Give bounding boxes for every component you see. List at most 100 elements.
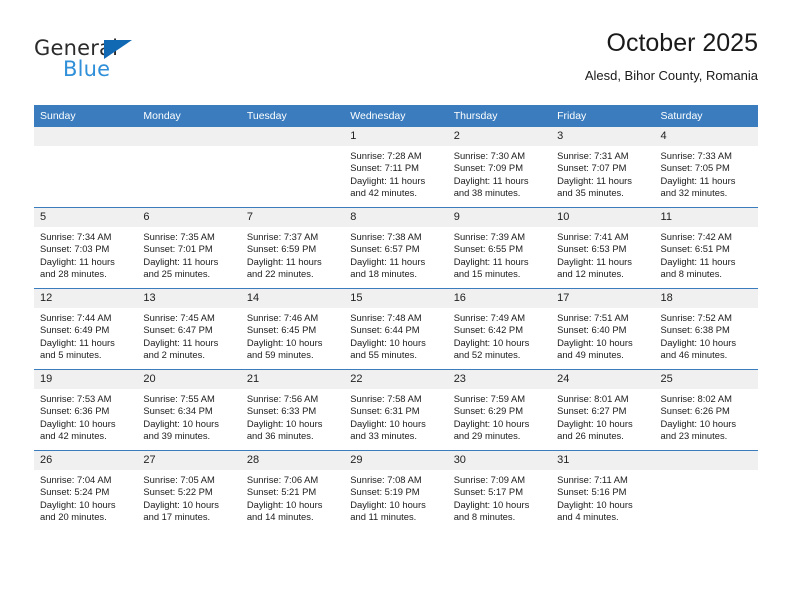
calendar-day-cell[interactable]: 29 Sunrise: 7:08 AM Sunset: 5:19 PM Dayligh… <box>344 450 448 531</box>
daylight-text: Daylight: 10 hours and 33 minutes. <box>350 417 426 442</box>
sunrise-text: Sunrise: 7:53 AM <box>40 393 112 404</box>
day-number: 6 <box>137 208 241 227</box>
day-number: 22 <box>344 370 448 389</box>
logo-text-blue: Blue <box>63 57 111 81</box>
daylight-text: Daylight: 10 hours and 14 minutes. <box>246 498 323 523</box>
day-number: 10 <box>551 208 655 227</box>
weekday-header-sunday: Sunday <box>34 105 138 127</box>
sunset-text: Sunset: 5:17 PM <box>453 486 523 498</box>
sunrise-text: Sunrise: 7:38 AM <box>350 231 422 242</box>
sunrise-text: Sunrise: 7:33 AM <box>660 150 732 161</box>
sunrise-text: Sunrise: 7:05 AM <box>143 474 215 485</box>
calendar-day-cell[interactable]: 4 Sunrise: 7:33 AM Sunset: 7:05 PM Daylight… <box>654 127 758 208</box>
weekday-header-monday: Monday <box>137 105 241 127</box>
calendar-week-row: 26 Sunrise: 7:04 AM Sunset: 5:24 PM Dayligh… <box>34 450 758 531</box>
daylight-text: Daylight: 11 hours and 35 minutes. <box>557 174 632 199</box>
calendar-day-cell[interactable]: 10 Sunrise: 7:41 AM Sunset: 6:53 PM Dayligh… <box>551 207 655 289</box>
daylight-text: Daylight: 10 hours and 52 minutes. <box>453 336 530 361</box>
calendar-day-cell[interactable]: 13 Sunrise: 7:45 AM Sunset: 6:47 PM Dayligh… <box>137 288 241 370</box>
daylight-text: Daylight: 10 hours and 17 minutes. <box>143 498 219 523</box>
sunrise-text: Sunrise: 7:37 AM <box>246 231 319 242</box>
calendar-day-cell[interactable]: 21 Sunrise: 7:56 AM Sunset: 6:33 PM Dayligh… <box>240 369 345 451</box>
calendar-day-cell[interactable]: 22 Sunrise: 7:58 AM Sunset: 6:31 PM Dayligh… <box>344 369 448 451</box>
daylight-text: Daylight: 10 hours and 23 minutes. <box>660 417 737 442</box>
sunset-text: Sunset: 6:55 PM <box>453 243 523 255</box>
calendar-day-cell[interactable]: 24 Sunrise: 8:01 AM Sunset: 6:27 PM Dayligh… <box>551 369 655 451</box>
sunset-text: Sunset: 6:45 PM <box>246 324 317 336</box>
sunrise-text: Sunrise: 7:49 AM <box>453 312 526 323</box>
calendar-week-row: 12 Sunrise: 7:44 AM Sunset: 6:49 PM Dayligh… <box>34 288 758 370</box>
day-sun-info: Sunrise: 8:02 AM Sunset: 6:26 PM Daylight:… <box>655 389 758 443</box>
daylight-text: Daylight: 10 hours and 11 minutes. <box>350 498 426 523</box>
daylight-text: Daylight: 10 hours and 46 minutes. <box>660 336 737 361</box>
general-blue-logo[interactable]: General Blue <box>34 36 234 92</box>
calendar-header-row: Sunday Monday Tuesday Wednesday Thursday… <box>34 105 758 127</box>
day-number: 1 <box>344 127 448 146</box>
calendar-day-cell[interactable]: 7 Sunrise: 7:37 AM Sunset: 6:59 PM Daylight… <box>240 207 345 289</box>
sunrise-text: Sunrise: 7:58 AM <box>350 393 422 404</box>
calendar-day-cell[interactable]: 15 Sunrise: 7:48 AM Sunset: 6:44 PM Dayligh… <box>344 288 448 370</box>
day-number: 21 <box>240 370 345 389</box>
calendar-day-cell[interactable]: 6 Sunrise: 7:35 AM Sunset: 7:01 PM Daylight… <box>137 207 241 289</box>
day-sun-info: Sunrise: 7:51 AM Sunset: 6:40 PM Daylight:… <box>551 308 654 362</box>
weekday-header-thursday: Thursday <box>447 105 552 127</box>
calendar-day-cell[interactable]: 2 Sunrise: 7:30 AM Sunset: 7:09 PM Daylight… <box>447 127 552 208</box>
day-number: 3 <box>551 127 655 146</box>
day-sun-info: Sunrise: 8:01 AM Sunset: 6:27 PM Daylight:… <box>551 389 654 443</box>
calendar-day-cell[interactable]: 14 Sunrise: 7:46 AM Sunset: 6:45 PM Dayligh… <box>240 288 345 370</box>
weekday-header-friday: Friday <box>551 105 655 127</box>
calendar-cell-empty <box>240 127 345 208</box>
calendar-day-cell[interactable]: 30 Sunrise: 7:09 AM Sunset: 5:17 PM Dayligh… <box>447 450 552 531</box>
sunset-text: Sunset: 6:40 PM <box>557 324 627 336</box>
calendar-day-cell[interactable]: 9 Sunrise: 7:39 AM Sunset: 6:55 PM Daylight… <box>447 207 552 289</box>
day-number: 31 <box>551 451 655 470</box>
day-sun-info: Sunrise: 7:52 AM Sunset: 6:38 PM Daylight:… <box>655 308 758 362</box>
sunset-text: Sunset: 6:42 PM <box>453 324 523 336</box>
day-sun-info: Sunrise: 7:59 AM Sunset: 6:29 PM Daylight:… <box>448 389 551 443</box>
sunset-text: Sunset: 6:27 PM <box>557 405 627 417</box>
daylight-text: Daylight: 10 hours and 20 minutes. <box>40 498 116 523</box>
sunset-text: Sunset: 6:51 PM <box>660 243 730 255</box>
calendar-day-cell[interactable]: 17 Sunrise: 7:51 AM Sunset: 6:40 PM Dayligh… <box>551 288 655 370</box>
calendar-day-cell[interactable]: 27 Sunrise: 7:05 AM Sunset: 5:22 PM Dayligh… <box>137 450 241 531</box>
calendar-day-cell[interactable]: 8 Sunrise: 7:38 AM Sunset: 6:57 PM Daylight… <box>344 207 448 289</box>
sunrise-text: Sunrise: 7:08 AM <box>350 474 422 485</box>
day-sun-info: Sunrise: 7:33 AM Sunset: 7:05 PM Daylight:… <box>655 146 758 200</box>
calendar-day-cell[interactable]: 18 Sunrise: 7:52 AM Sunset: 6:38 PM Dayligh… <box>654 288 758 370</box>
calendar-day-cell[interactable]: 19 Sunrise: 7:53 AM Sunset: 6:36 PM Dayligh… <box>34 369 138 451</box>
day-number: 18 <box>654 289 758 308</box>
calendar-day-cell[interactable]: 1 Sunrise: 7:28 AM Sunset: 7:11 PM Daylight… <box>344 127 448 208</box>
calendar-day-cell[interactable]: 3 Sunrise: 7:31 AM Sunset: 7:07 PM Daylight… <box>551 127 655 208</box>
weekday-header-tuesday: Tuesday <box>240 105 345 127</box>
calendar-day-cell[interactable]: 28 Sunrise: 7:06 AM Sunset: 5:21 PM Dayligh… <box>240 450 345 531</box>
sunrise-text: Sunrise: 7:09 AM <box>453 474 526 485</box>
calendar-cell-empty <box>137 127 241 208</box>
day-number: 27 <box>137 451 241 470</box>
daylight-text: Daylight: 11 hours and 2 minutes. <box>143 336 219 361</box>
calendar-day-cell[interactable]: 11 Sunrise: 7:42 AM Sunset: 6:51 PM Dayligh… <box>654 207 758 289</box>
calendar-day-cell[interactable]: 31 Sunrise: 7:11 AM Sunset: 5:16 PM Dayligh… <box>551 450 655 531</box>
calendar-day-cell[interactable]: 12 Sunrise: 7:44 AM Sunset: 6:49 PM Dayligh… <box>34 288 138 370</box>
calendar-day-cell[interactable]: 5 Sunrise: 7:34 AM Sunset: 7:03 PM Daylight… <box>34 207 138 289</box>
calendar-week-row: 1 Sunrise: 7:28 AM Sunset: 7:11 PM Daylight… <box>34 127 758 208</box>
sunset-text: Sunset: 6:33 PM <box>246 405 317 417</box>
day-sun-info: Sunrise: 7:39 AM Sunset: 6:55 PM Daylight:… <box>448 227 551 281</box>
calendar-week-row: 5 Sunrise: 7:34 AM Sunset: 7:03 PM Daylight… <box>34 207 758 289</box>
sunset-text: Sunset: 7:09 PM <box>453 162 523 174</box>
sunrise-text: Sunrise: 7:39 AM <box>453 231 526 242</box>
day-number <box>34 127 138 146</box>
weekday-header-wednesday: Wednesday <box>344 105 448 127</box>
day-sun-info: Sunrise: 7:06 AM Sunset: 5:21 PM Daylight:… <box>241 470 344 524</box>
sunrise-text: Sunrise: 7:04 AM <box>40 474 112 485</box>
calendar-day-cell[interactable]: 25 Sunrise: 8:02 AM Sunset: 6:26 PM Dayligh… <box>654 369 758 451</box>
calendar-day-cell[interactable]: 16 Sunrise: 7:49 AM Sunset: 6:42 PM Dayligh… <box>447 288 552 370</box>
day-number: 29 <box>344 451 448 470</box>
daylight-text: Daylight: 10 hours and 8 minutes. <box>453 498 530 523</box>
calendar-day-cell[interactable]: 23 Sunrise: 7:59 AM Sunset: 6:29 PM Dayligh… <box>447 369 552 451</box>
calendar-day-cell[interactable]: 20 Sunrise: 7:55 AM Sunset: 6:34 PM Dayligh… <box>137 369 241 451</box>
daylight-text: Daylight: 11 hours and 38 minutes. <box>453 174 529 199</box>
sunset-text: Sunset: 6:36 PM <box>40 405 110 417</box>
calendar-day-cell[interactable]: 26 Sunrise: 7:04 AM Sunset: 5:24 PM Dayligh… <box>34 450 138 531</box>
sunset-text: Sunset: 6:44 PM <box>350 324 420 336</box>
day-sun-info: Sunrise: 7:30 AM Sunset: 7:09 PM Daylight:… <box>448 146 551 200</box>
